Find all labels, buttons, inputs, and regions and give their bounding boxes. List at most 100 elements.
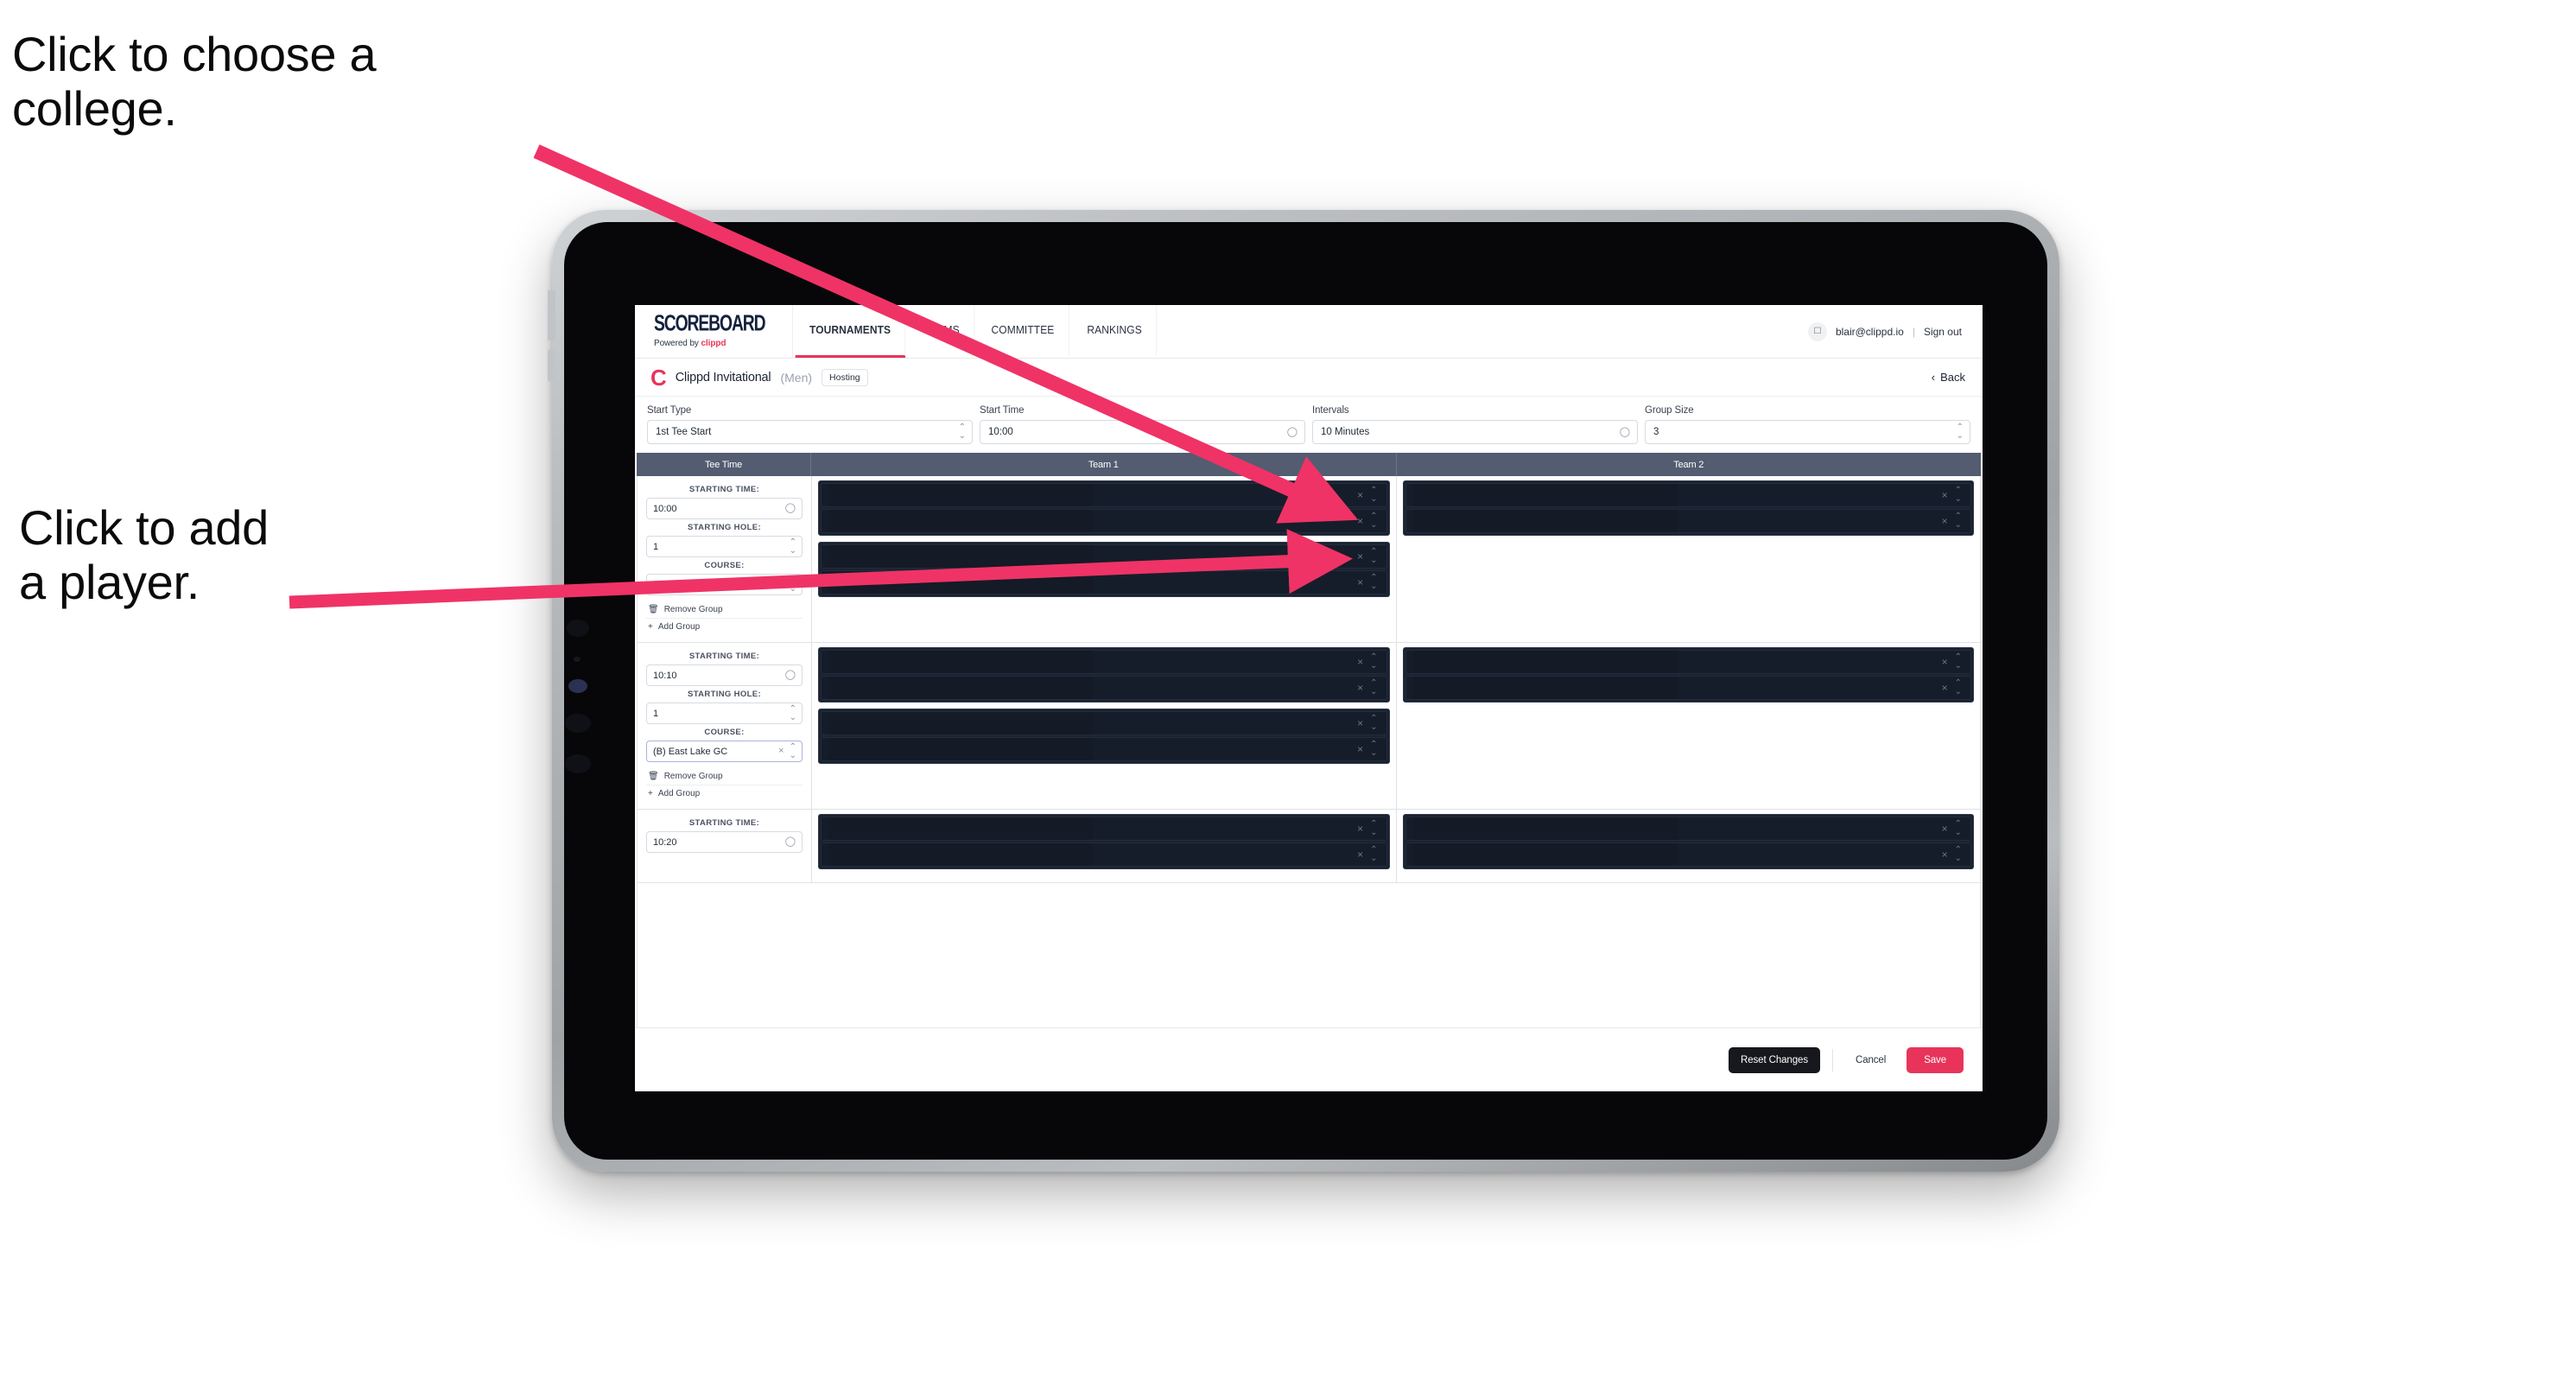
reset-changes-button[interactable]: Reset Changes (1729, 1046, 1820, 1073)
group-size-stepper[interactable]: 3 ⌃ ⌄ (1645, 420, 1970, 444)
team-group-block: × ⌃ ⌄ × ⌃ ⌄ (1402, 647, 1974, 703)
stepper-icon[interactable]: ⌃ ⌄ (959, 423, 966, 441)
player-slot-row[interactable]: × ⌃ ⌄ (821, 570, 1387, 594)
stepper-icon[interactable]: ⌃ ⌄ (1370, 653, 1377, 671)
save-button[interactable]: Save (1907, 1046, 1964, 1073)
starting-time-input[interactable]: 10:20 ◯ (646, 831, 803, 853)
clear-player-icon[interactable]: × (1942, 823, 1948, 834)
stepper-icon[interactable]: ⌃ ⌄ (1370, 679, 1377, 696)
nav-item-rankings[interactable]: RANKINGS (1073, 305, 1158, 358)
stepper-icon[interactable]: ⌃ ⌄ (1370, 548, 1377, 565)
remove-group-button[interactable]: 🗑 Remove Group (646, 601, 803, 619)
clock-icon[interactable]: ◯ (785, 837, 796, 847)
clear-player-icon[interactable]: × (1357, 823, 1363, 834)
add-group-button[interactable]: + Add Group (646, 619, 803, 635)
stepper-icon[interactable]: ⌃ ⌄ (790, 704, 796, 722)
stepper-icon[interactable]: ⌃ ⌄ (1957, 423, 1964, 441)
stepper-icon[interactable]: ⌃ ⌄ (1370, 512, 1377, 530)
control-start-time: Start Time 10:00 ◯ (980, 405, 1305, 444)
course-select[interactable]: (B) East Lake GC × ⌃ ⌄ (646, 741, 803, 762)
clear-player-icon[interactable]: × (1942, 516, 1948, 526)
tee-time-cell: STARTING TIME: 10:20 ◯ (638, 810, 812, 882)
nav-item-committee[interactable]: COMMITTEE (978, 305, 1070, 358)
starting-hole-input[interactable]: 1 ⌃ ⌄ (646, 703, 803, 724)
starting-hole-input[interactable]: 1 ⌃ ⌄ (646, 536, 803, 557)
clock-icon[interactable]: ◯ (1287, 427, 1298, 437)
start-time-input[interactable]: 10:00 ◯ (980, 420, 1305, 444)
stepper-icon[interactable]: ⌃ ⌄ (1370, 741, 1377, 758)
clear-player-icon[interactable]: × (1942, 849, 1948, 860)
stepper-icon[interactable]: ⌃ ⌄ (1370, 820, 1377, 837)
player-slot-row[interactable]: × ⌃ ⌄ (821, 711, 1387, 735)
clock-icon[interactable]: ◯ (785, 671, 796, 680)
clear-player-icon[interactable]: × (1357, 718, 1363, 728)
stepper-icon[interactable]: ⌃ ⌄ (790, 537, 796, 556)
player-slot-row[interactable]: × ⌃ ⌄ (821, 483, 1387, 507)
player-row-icons: × ⌃ ⌄ (1357, 653, 1377, 671)
player-slot-row[interactable]: × ⌃ ⌄ (1405, 842, 1971, 867)
clear-course-icon[interactable]: × (778, 580, 784, 589)
player-slot-row[interactable]: × ⌃ ⌄ (821, 737, 1387, 761)
team-group-block: × ⌃ ⌄ × ⌃ ⌄ (818, 647, 1390, 703)
stepper-icon[interactable]: ⌃ ⌄ (1370, 846, 1377, 863)
clear-player-icon[interactable]: × (1942, 657, 1948, 667)
player-row-icons: × ⌃ ⌄ (1357, 548, 1377, 565)
intervals-input[interactable]: 10 Minutes ◯ (1312, 420, 1638, 444)
course-value: (A) Peachtree GC (653, 579, 729, 590)
player-slot-row[interactable]: × ⌃ ⌄ (821, 817, 1387, 841)
clear-player-icon[interactable]: × (1942, 683, 1948, 693)
player-slot-row[interactable]: × ⌃ ⌄ (821, 842, 1387, 867)
stepper-icon[interactable]: ⌃ ⌄ (1370, 486, 1377, 504)
player-name-redacted (828, 677, 1094, 699)
player-slot-row[interactable]: × ⌃ ⌄ (1405, 817, 1971, 841)
stepper-icon[interactable]: ⌃ ⌄ (790, 575, 796, 594)
player-slot-row[interactable]: × ⌃ ⌄ (1405, 509, 1971, 533)
player-slot-row[interactable]: × ⌃ ⌄ (821, 650, 1387, 674)
course-select[interactable]: (A) Peachtree GC × ⌃ ⌄ (646, 574, 803, 595)
clear-player-icon[interactable]: × (1357, 490, 1363, 500)
clock-icon[interactable]: ◯ (1620, 427, 1630, 437)
player-slot-row[interactable]: × ⌃ ⌄ (1405, 650, 1971, 674)
player-slot-row[interactable]: × ⌃ ⌄ (821, 544, 1387, 569)
clear-player-icon[interactable]: × (1942, 490, 1948, 500)
clear-player-icon[interactable]: × (1357, 551, 1363, 562)
stepper-icon[interactable]: ⌃ ⌄ (1955, 846, 1962, 863)
clear-player-icon[interactable]: × (1357, 516, 1363, 526)
start-type-select[interactable]: 1st Tee Start ⌃ ⌄ (647, 420, 973, 444)
clear-player-icon[interactable]: × (1357, 657, 1363, 667)
hosting-badge: Hosting (822, 368, 868, 386)
nav-item-teams[interactable]: TEAMS (909, 305, 974, 358)
clock-icon[interactable]: ◯ (785, 504, 796, 513)
player-slot-row[interactable]: × ⌃ ⌄ (1405, 483, 1971, 507)
player-slot-row[interactable]: × ⌃ ⌄ (821, 676, 1387, 700)
stepper-icon[interactable]: ⌃ ⌄ (1370, 574, 1377, 591)
stepper-icon[interactable]: ⌃ ⌄ (1955, 653, 1962, 671)
stepper-icon[interactable]: ⌃ ⌄ (1955, 512, 1962, 530)
player-name-redacted (828, 843, 1094, 866)
clear-player-icon[interactable]: × (1357, 683, 1363, 693)
table-row: STARTING TIME: 10:10 ◯ STARTING HOLE: 1 ⌃ ⌄ COU… (638, 643, 1980, 810)
remove-group-button[interactable]: 🗑 Remove Group (646, 768, 803, 785)
starting-time-input[interactable]: 10:10 ◯ (646, 664, 803, 686)
stepper-icon[interactable]: ⌃ ⌄ (1955, 486, 1962, 504)
nav-item-tournaments[interactable]: TOURNAMENTS (795, 305, 906, 358)
player-slot-row[interactable]: × ⌃ ⌄ (821, 509, 1387, 533)
player-slot-row[interactable]: × ⌃ ⌄ (1405, 676, 1971, 700)
stepper-icon[interactable]: ⌃ ⌄ (790, 742, 796, 760)
stepper-icon[interactable]: ⌃ ⌄ (1370, 715, 1377, 732)
clear-player-icon[interactable]: × (1357, 744, 1363, 754)
stepper-icon[interactable]: ⌃ ⌄ (1955, 679, 1962, 696)
back-button[interactable]: ‹ Back (1932, 371, 1965, 384)
starting-time-input[interactable]: 10:00 ◯ (646, 498, 803, 519)
stepper-icon[interactable]: ⌃ ⌄ (1955, 820, 1962, 837)
clear-player-icon[interactable]: × (1357, 849, 1363, 860)
add-group-button[interactable]: + Add Group (646, 785, 803, 802)
clear-player-icon[interactable]: × (1357, 577, 1363, 588)
cancel-button[interactable]: Cancel (1845, 1047, 1896, 1073)
sign-out-link[interactable]: Sign out (1924, 326, 1962, 338)
clear-course-icon[interactable]: × (778, 747, 784, 756)
team-1-cell: × ⌃ ⌄ × ⌃ ⌄ × ⌃ ⌄ × ⌃ ⌄ (812, 476, 1397, 642)
user-avatar-icon[interactable]: ☐ (1807, 321, 1827, 341)
action-footer: Reset Changes Cancel Save (635, 1027, 1983, 1091)
brand-logo[interactable]: SCOREBOARD Powered by clippd (635, 305, 793, 358)
